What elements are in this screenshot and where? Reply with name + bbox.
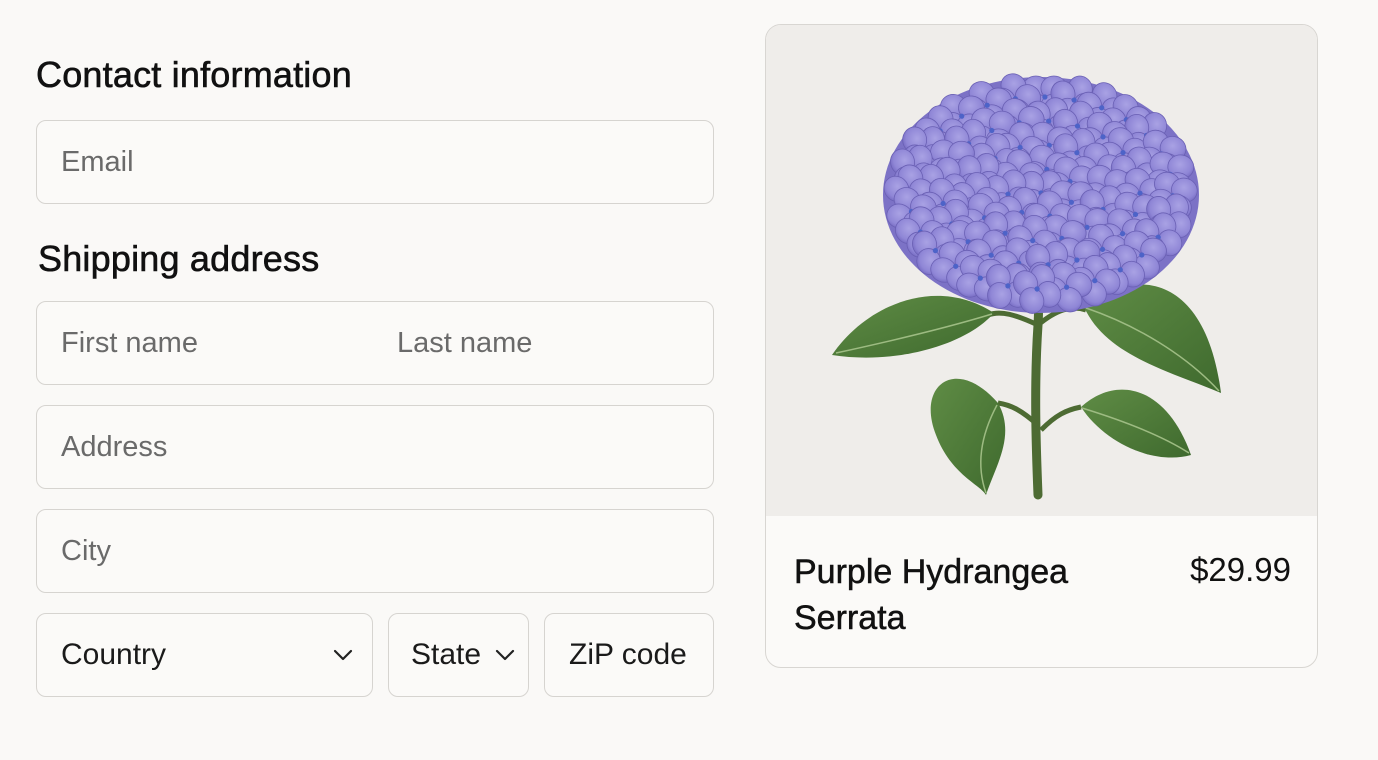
hydrangea-illustration	[832, 73, 1221, 500]
shipping-heading: Shipping address	[38, 238, 320, 280]
product-name: Purple Hydrangea Serrata	[794, 553, 1069, 638]
state-select[interactable]: State	[388, 613, 529, 697]
first-name-input[interactable]	[37, 302, 373, 384]
zip-input[interactable]	[545, 614, 713, 696]
state-select-value: State	[411, 638, 482, 671]
zip-field[interactable]	[544, 613, 714, 697]
city-input[interactable]	[37, 510, 713, 592]
address-field[interactable]	[36, 405, 714, 489]
name-field-group	[36, 301, 715, 385]
chevron-down-icon	[332, 644, 354, 666]
city-field[interactable]	[36, 509, 714, 593]
product-card[interactable]: Purple Hydrangea Serrata $29.99	[765, 24, 1318, 668]
checkout-page: Contact information Shipping address Cou…	[0, 0, 1378, 760]
product-price: $29.99	[1190, 551, 1291, 588]
product-image	[766, 25, 1317, 516]
email-field[interactable]	[36, 120, 714, 204]
address-input[interactable]	[37, 406, 713, 488]
country-select[interactable]: Country	[36, 613, 373, 697]
country-select-value: Country	[61, 638, 167, 671]
email-input[interactable]	[37, 121, 713, 203]
last-name-input[interactable]	[373, 302, 715, 384]
contact-heading: Contact information	[36, 54, 352, 96]
chevron-down-icon	[494, 644, 516, 666]
